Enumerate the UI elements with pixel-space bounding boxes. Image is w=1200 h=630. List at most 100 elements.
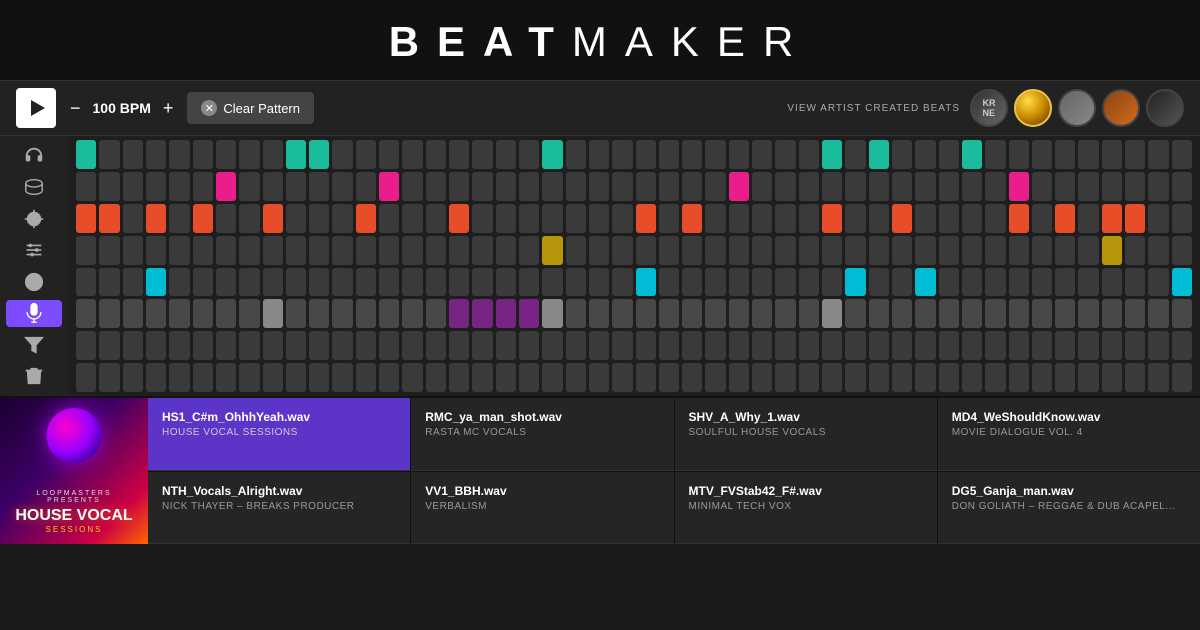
grid-cell[interactable] bbox=[1172, 204, 1192, 233]
grid-cell[interactable] bbox=[612, 204, 632, 233]
grid-cell[interactable] bbox=[309, 204, 329, 233]
grid-cell[interactable] bbox=[519, 236, 539, 265]
grid-cell[interactable] bbox=[542, 268, 562, 297]
grid-cell[interactable] bbox=[1148, 331, 1168, 360]
grid-cell[interactable] bbox=[356, 236, 376, 265]
grid-cell[interactable] bbox=[402, 204, 422, 233]
grid-cell[interactable] bbox=[472, 331, 492, 360]
grid-cell[interactable] bbox=[915, 236, 935, 265]
grid-cell[interactable] bbox=[1148, 140, 1168, 169]
grid-cell[interactable] bbox=[752, 363, 772, 392]
grid-cell[interactable] bbox=[985, 236, 1005, 265]
grid-cell[interactable] bbox=[1102, 268, 1122, 297]
grid-cell[interactable] bbox=[426, 331, 446, 360]
grid-cell[interactable] bbox=[915, 299, 935, 328]
grid-cell[interactable] bbox=[99, 172, 119, 201]
grid-cell[interactable] bbox=[426, 140, 446, 169]
grid-cell[interactable] bbox=[263, 331, 283, 360]
grid-cell[interactable] bbox=[263, 236, 283, 265]
grid-cell[interactable] bbox=[76, 236, 96, 265]
grid-cell[interactable] bbox=[216, 331, 236, 360]
grid-cell[interactable] bbox=[589, 140, 609, 169]
grid-cell[interactable] bbox=[845, 331, 865, 360]
grid-cell[interactable] bbox=[123, 268, 143, 297]
grid-cell[interactable] bbox=[379, 140, 399, 169]
grid-cell[interactable] bbox=[1172, 172, 1192, 201]
grid-cell[interactable] bbox=[962, 204, 982, 233]
grid-cell[interactable] bbox=[985, 172, 1005, 201]
grid-cell[interactable] bbox=[123, 236, 143, 265]
grid-cell[interactable] bbox=[332, 268, 352, 297]
grid-cell[interactable] bbox=[1078, 363, 1098, 392]
grid-cell[interactable] bbox=[472, 172, 492, 201]
grid-cell[interactable] bbox=[449, 331, 469, 360]
grid-cell[interactable] bbox=[775, 140, 795, 169]
grid-cell[interactable] bbox=[939, 299, 959, 328]
grid-cell[interactable] bbox=[729, 140, 749, 169]
grid-cell[interactable] bbox=[123, 204, 143, 233]
grid-cell[interactable] bbox=[193, 268, 213, 297]
grid-cell[interactable] bbox=[1148, 204, 1168, 233]
grid-cell[interactable] bbox=[496, 236, 516, 265]
grid-cell[interactable] bbox=[216, 268, 236, 297]
grid-cell[interactable] bbox=[309, 331, 329, 360]
grid-cell[interactable] bbox=[636, 172, 656, 201]
grid-cell[interactable] bbox=[1055, 299, 1075, 328]
grid-cell[interactable] bbox=[845, 299, 865, 328]
grid-cell[interactable] bbox=[636, 363, 656, 392]
grid-cell[interactable] bbox=[286, 268, 306, 297]
grid-cell[interactable] bbox=[146, 172, 166, 201]
grid-cell[interactable] bbox=[729, 299, 749, 328]
grid-cell[interactable] bbox=[1009, 172, 1029, 201]
grid-cell[interactable] bbox=[1102, 236, 1122, 265]
bpm-increase-button[interactable]: + bbox=[159, 98, 178, 119]
grid-cell[interactable] bbox=[845, 236, 865, 265]
grid-cell[interactable] bbox=[705, 236, 725, 265]
grid-cell[interactable] bbox=[869, 363, 889, 392]
grid-cell[interactable] bbox=[1125, 140, 1145, 169]
grid-cell[interactable] bbox=[1032, 299, 1052, 328]
grid-cell[interactable] bbox=[799, 363, 819, 392]
grid-cell[interactable] bbox=[1102, 172, 1122, 201]
grid-cell[interactable] bbox=[332, 236, 352, 265]
grid-cell[interactable] bbox=[869, 331, 889, 360]
grid-cell[interactable] bbox=[239, 140, 259, 169]
grid-cell[interactable] bbox=[146, 268, 166, 297]
grid-cell[interactable] bbox=[76, 140, 96, 169]
grid-cell[interactable] bbox=[193, 299, 213, 328]
grid-cell[interactable] bbox=[1125, 172, 1145, 201]
grid-cell[interactable] bbox=[1009, 299, 1029, 328]
grid-cell[interactable] bbox=[566, 299, 586, 328]
grid-cell[interactable] bbox=[636, 331, 656, 360]
grid-cell[interactable] bbox=[752, 140, 772, 169]
grid-cell[interactable] bbox=[869, 268, 889, 297]
grid-cell[interactable] bbox=[449, 140, 469, 169]
grid-cell[interactable] bbox=[286, 236, 306, 265]
grid-cell[interactable] bbox=[332, 204, 352, 233]
grid-cell[interactable] bbox=[99, 140, 119, 169]
grid-cell[interactable] bbox=[589, 299, 609, 328]
grid-cell[interactable] bbox=[402, 331, 422, 360]
grid-cell[interactable] bbox=[123, 363, 143, 392]
grid-cell[interactable] bbox=[752, 204, 772, 233]
grid-cell[interactable] bbox=[472, 268, 492, 297]
grid-cell[interactable] bbox=[566, 140, 586, 169]
grid-cell[interactable] bbox=[263, 363, 283, 392]
grid-cell[interactable] bbox=[729, 331, 749, 360]
track-icon-filter[interactable] bbox=[6, 331, 62, 359]
grid-cell[interactable] bbox=[985, 331, 1005, 360]
track-icon-fx[interactable] bbox=[6, 268, 62, 296]
grid-cell[interactable] bbox=[1102, 204, 1122, 233]
grid-cell[interactable] bbox=[939, 268, 959, 297]
grid-cell[interactable] bbox=[496, 204, 516, 233]
grid-cell[interactable] bbox=[519, 299, 539, 328]
grid-cell[interactable] bbox=[169, 172, 189, 201]
grid-cell[interactable] bbox=[216, 363, 236, 392]
grid-cell[interactable] bbox=[519, 140, 539, 169]
grid-cell[interactable] bbox=[962, 140, 982, 169]
grid-cell[interactable] bbox=[682, 236, 702, 265]
grid-cell[interactable] bbox=[659, 331, 679, 360]
grid-cell[interactable] bbox=[892, 299, 912, 328]
grid-cell[interactable] bbox=[1172, 140, 1192, 169]
grid-cell[interactable] bbox=[822, 363, 842, 392]
